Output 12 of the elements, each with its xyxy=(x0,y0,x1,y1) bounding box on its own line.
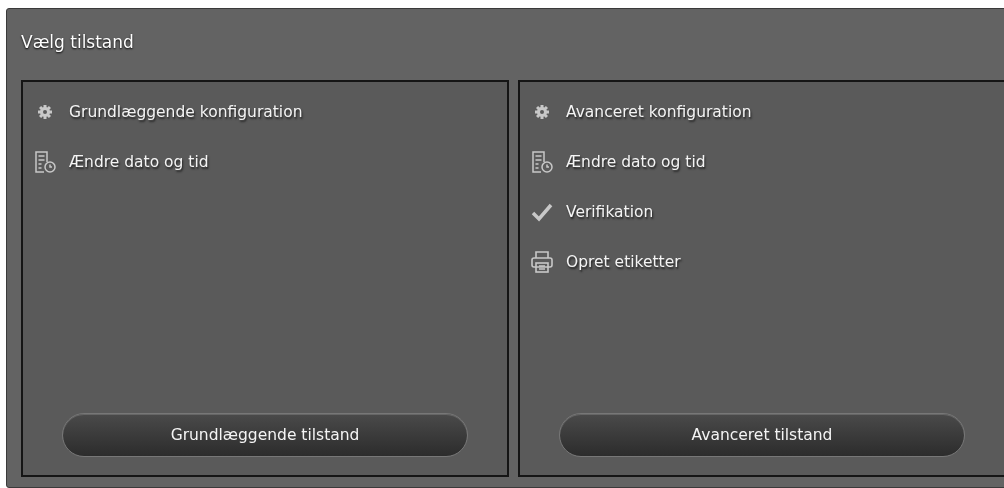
feature-label: Ændre dato og tid xyxy=(69,153,209,171)
dialog-title: Vælg tilstand xyxy=(21,31,135,53)
feature-label: Ændre dato og tid xyxy=(566,153,706,171)
mode-button[interactable]: Avanceret tilstand xyxy=(559,413,965,457)
mode-button[interactable]: Grundlæggende tilstand xyxy=(62,413,468,457)
feature-label: Avanceret konfiguration xyxy=(566,103,752,121)
calendar-clock-icon xyxy=(33,150,57,174)
calendar-clock-icon xyxy=(530,150,554,174)
feature-label: Opret etiketter xyxy=(566,253,681,271)
feature-label: Grundlæggende konfiguration xyxy=(69,103,303,121)
feature-label: Verifikation xyxy=(566,203,654,221)
printer-icon xyxy=(530,250,554,274)
